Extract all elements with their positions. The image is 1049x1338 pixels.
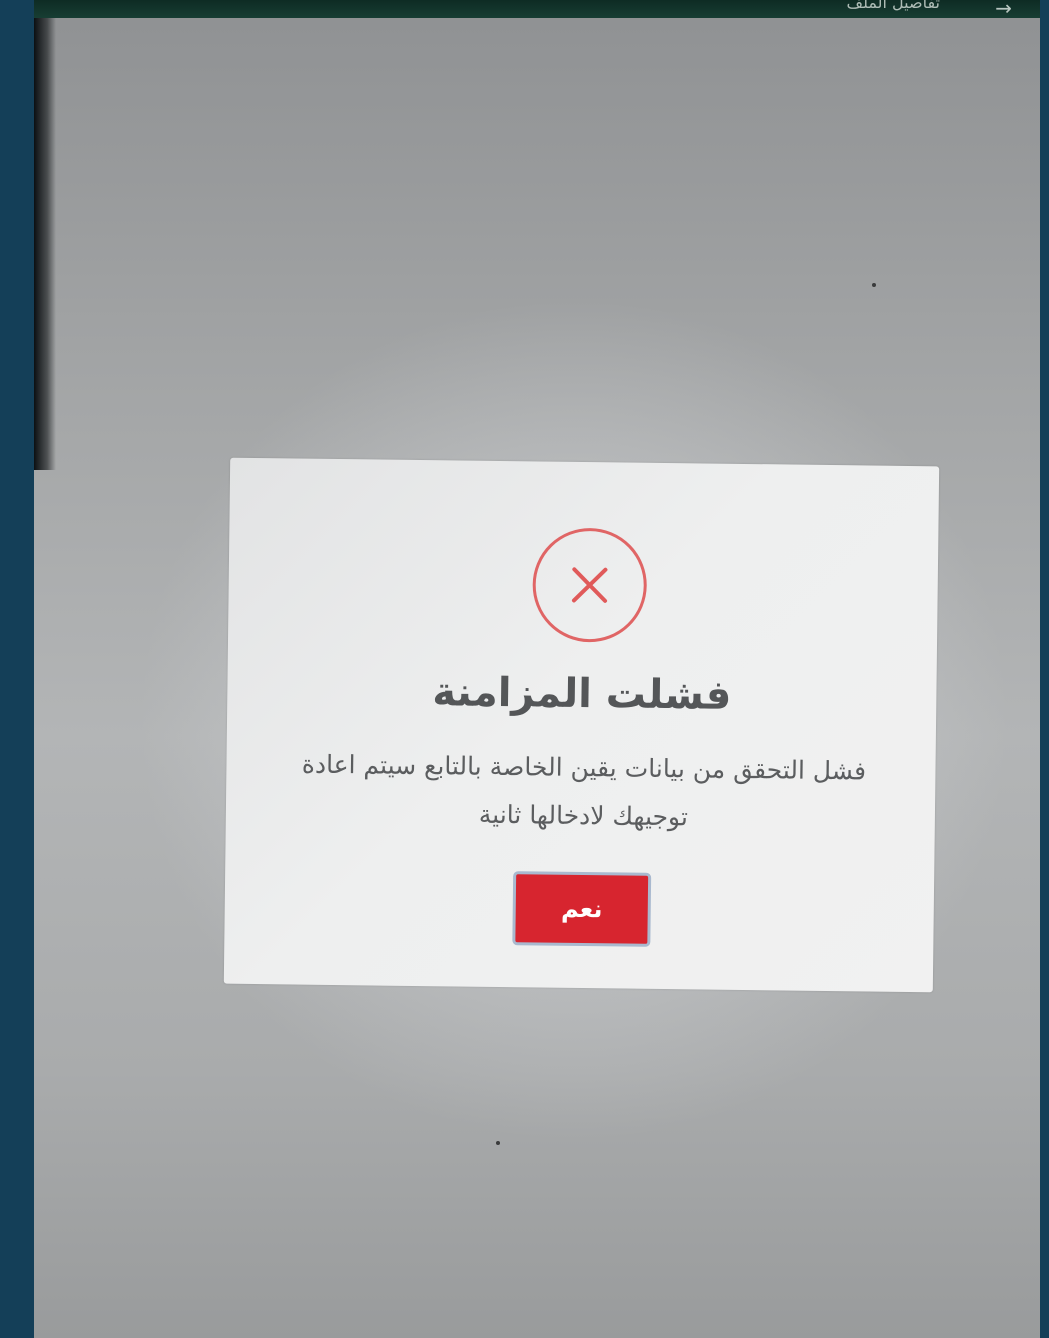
- sync-failed-dialog: فشلت المزامنة فشل التحقق من بيانات يقين …: [223, 457, 940, 993]
- confirm-button[interactable]: نعم: [512, 871, 652, 947]
- screen-speck: [496, 1141, 500, 1145]
- screen-edge-shadow: [34, 0, 56, 470]
- arrow-right-icon[interactable]: →: [995, 0, 1012, 18]
- device-screen: → تفاصيل الملف فشلت المزامنة فشل التحقق …: [34, 0, 1040, 1338]
- header-title: تفاصيل الملف: [846, 0, 940, 12]
- dialog-message-line: توجيهك لادخالها ثانية: [478, 799, 689, 832]
- dialog-message: فشل التحقق من بيانات يقين الخاصة بالتابع…: [262, 740, 906, 844]
- error-x-icon: [532, 527, 648, 643]
- screen-speck: [872, 283, 876, 287]
- app-header: → تفاصيل الملف: [34, 0, 1040, 18]
- dialog-title: فشلت المزامنة: [432, 669, 732, 719]
- dialog-message-line: فشل التحقق من بيانات يقين الخاصة بالتابع…: [301, 749, 867, 786]
